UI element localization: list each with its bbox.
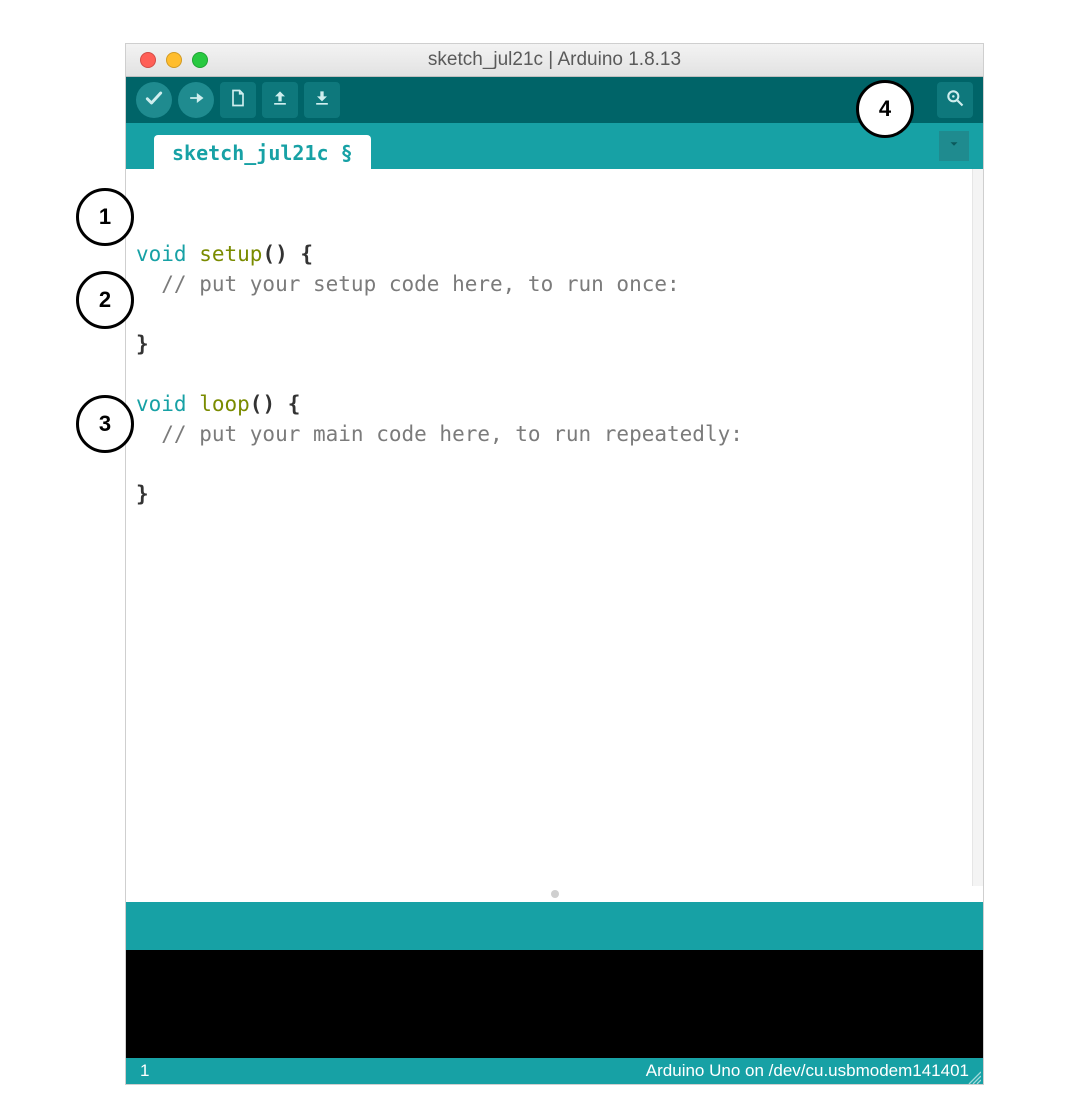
tab-menu-button[interactable]: [939, 131, 969, 161]
message-area: [126, 902, 983, 950]
zoom-window-button[interactable]: [192, 52, 208, 68]
syntax: }: [136, 332, 149, 356]
callout-3: 3: [76, 395, 134, 453]
new-sketch-button[interactable]: [220, 82, 256, 118]
tab-active[interactable]: sketch_jul21c §: [154, 135, 371, 169]
close-window-button[interactable]: [140, 52, 156, 68]
file-icon: [228, 88, 248, 113]
arrow-right-icon: [186, 88, 206, 113]
titlebar: sketch_jul21c | Arduino 1.8.13: [126, 44, 983, 77]
fn-setup: setup: [187, 242, 263, 266]
upload-button[interactable]: [178, 82, 214, 118]
toolbar: [126, 77, 983, 123]
syntax: () {: [262, 242, 313, 266]
check-icon: [144, 88, 164, 113]
callout-2: 2: [76, 271, 134, 329]
arduino-ide-window: sketch_jul21c | Arduino 1.8.13: [126, 44, 983, 1084]
open-sketch-button[interactable]: [262, 82, 298, 118]
save-sketch-button[interactable]: [304, 82, 340, 118]
callout-1: 1: [76, 188, 134, 246]
magnifier-icon: [945, 88, 965, 113]
pane-sash[interactable]: [126, 886, 983, 902]
keyword-void: void: [136, 242, 187, 266]
tab-strip: sketch_jul21c §: [126, 123, 983, 169]
editor-scrollbar[interactable]: [972, 169, 983, 886]
status-bar: 1 Arduino Uno on /dev/cu.usbmodem141401: [126, 1058, 983, 1084]
window-title: sketch_jul21c | Arduino 1.8.13: [126, 49, 983, 71]
comment: // put your setup code here, to run once…: [136, 272, 680, 296]
callout-4: 4: [856, 80, 914, 138]
resize-grip-icon: [965, 1068, 981, 1084]
serial-monitor-button[interactable]: [937, 82, 973, 118]
syntax: }: [136, 482, 149, 506]
console-output: [126, 950, 983, 1058]
verify-button[interactable]: [136, 82, 172, 118]
arrow-down-icon: [312, 88, 332, 113]
fn-loop: loop: [187, 392, 250, 416]
window-controls: [140, 52, 208, 68]
grip-icon: [551, 890, 559, 898]
comment: // put your main code here, to run repea…: [136, 422, 743, 446]
keyword-void: void: [136, 392, 187, 416]
chevron-down-icon: [947, 137, 961, 156]
board-port-info: Arduino Uno on /dev/cu.usbmodem141401: [646, 1061, 969, 1081]
minimize-window-button[interactable]: [166, 52, 182, 68]
code-editor[interactable]: void setup() { // put your setup code he…: [126, 169, 983, 886]
syntax: () {: [250, 392, 301, 416]
arrow-up-icon: [270, 88, 290, 113]
line-number: 1: [140, 1061, 149, 1081]
